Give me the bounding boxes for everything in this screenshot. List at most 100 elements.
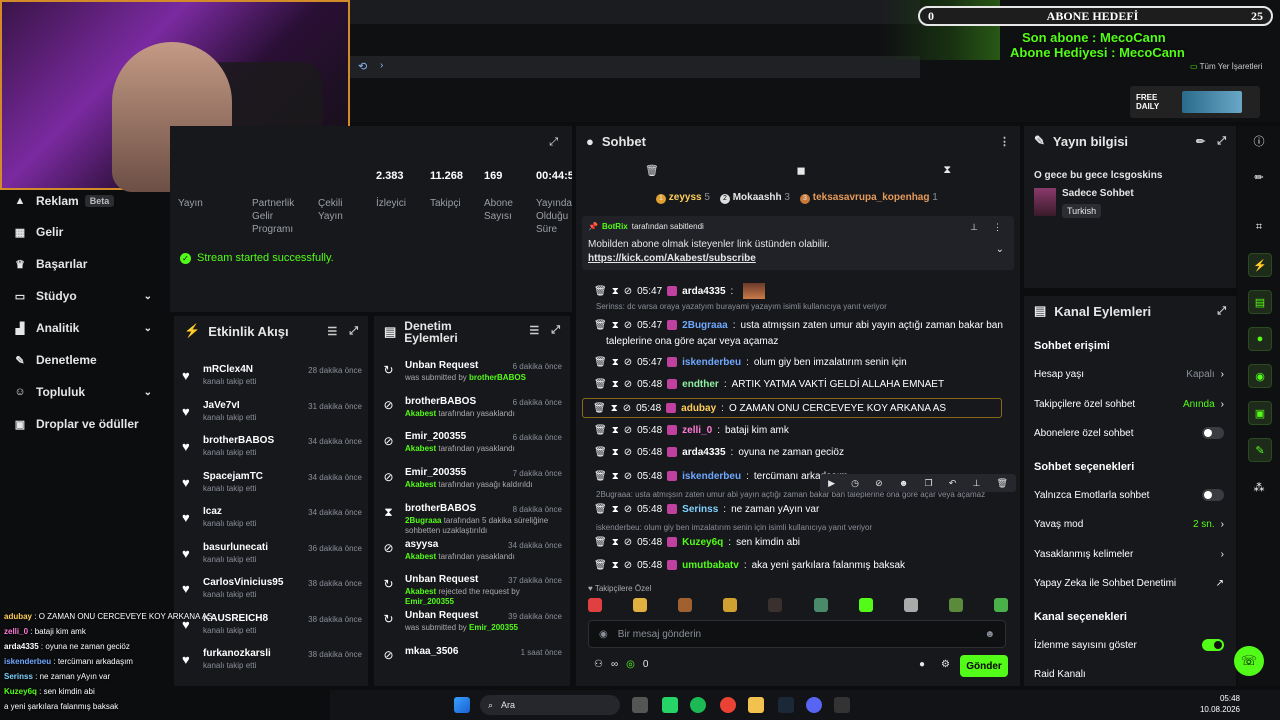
hourglass-icon[interactable]: ⧗ — [612, 357, 619, 368]
wrench-icon[interactable]: ✎ — [1248, 438, 1272, 462]
chat-message[interactable]: 🗑 ⧗ ⊘ 05:47 iskenderbeu: olum giy ben imzala… — [594, 353, 907, 371]
row-raid-channel[interactable]: Raid Kanalı — [1034, 666, 1224, 682]
mod-item[interactable]: ⊘ Emir_200355 Akabest tarafından yasakland… — [382, 431, 566, 465]
category-name[interactable]: Sadece Sohbet — [1062, 188, 1134, 199]
all-bookmarks[interactable]: ▭ Tüm Yer İşaretleri — [1190, 62, 1262, 71]
subs-only-toggle[interactable] — [1202, 427, 1224, 439]
chat-icon[interactable]: ◼ — [797, 164, 806, 177]
hourglass-icon[interactable]: ⧗ — [612, 425, 619, 436]
chat-icon[interactable]: ● — [1248, 327, 1272, 351]
hourglass-icon[interactable]: ⧗ — [612, 537, 619, 548]
hourglass-icon[interactable]: ⧗ — [612, 560, 619, 571]
row-emote-only[interactable]: Yalnızca Emotlarla sohbet — [1034, 487, 1224, 503]
sidebar-item-revenue[interactable]: ▦ Gelir — [0, 216, 170, 248]
broadcast-icon[interactable]: ◉ — [1248, 364, 1272, 388]
bolt-icon[interactable]: ⚡ — [1248, 253, 1272, 277]
taskbar-search[interactable]: ⌕ Ara — [480, 695, 620, 715]
hourglass-icon[interactable]: ⧗ — [612, 379, 619, 390]
add-widget-icon[interactable]: ⁂ — [1248, 476, 1270, 498]
hourglass-icon[interactable]: ⧗ — [943, 164, 951, 177]
emoji-icon[interactable]: ☻ — [984, 629, 995, 640]
ban-icon[interactable]: ⊘ — [624, 504, 632, 515]
hourglass-icon[interactable]: ⧗ — [612, 320, 619, 331]
pin-icon[interactable]: ⊥ — [972, 478, 980, 489]
hourglass-icon[interactable]: ⧗ — [612, 471, 619, 482]
chat-message[interactable]: 🗑 ⧗ ⊘ 05:48 adubay: O ZAMAN ONU CERCEVEYE KO… — [582, 398, 1002, 418]
sidebar-item-achievements[interactable]: ♛ Başarılar — [0, 248, 170, 280]
edit-icon[interactable]: ✏ — [1196, 135, 1205, 148]
viewcount-toggle[interactable] — [1202, 639, 1224, 651]
row-followers-only[interactable]: Takipçilere özel sohbet Anında › — [1034, 396, 1224, 412]
trash-icon[interactable]: 🗑 — [594, 320, 607, 331]
clock[interactable]: 05:48 10.08.2026 — [1200, 693, 1240, 715]
support-icon[interactable]: ☏ — [1234, 646, 1264, 676]
trash-icon[interactable]: 🗑 — [594, 286, 607, 297]
trash-icon[interactable]: 🗑 — [594, 471, 607, 482]
sidebar-item-studio[interactable]: ▭ Stüdyo ⌄ — [0, 280, 170, 312]
pencil-icon[interactable]: ✏ — [1248, 166, 1270, 188]
task-view-icon[interactable] — [632, 697, 648, 713]
mod-item[interactable]: ⊘ mkaa_3506 1 saat önce — [382, 646, 566, 680]
chat-message[interactable]: 🗑 ⧗ ⊘ 05:48 endther: ARTIK YATMA VAKTİ GELDİ… — [594, 375, 944, 393]
expand-icon[interactable]: ⤢ — [551, 324, 560, 337]
layout-icon[interactable]: ▣ — [1248, 401, 1272, 425]
filter-icon[interactable]: ☰ — [327, 325, 337, 338]
row-show-viewcount[interactable]: İzlenme sayısını göster — [1034, 637, 1224, 653]
hourglass-icon[interactable]: ⧗ — [612, 504, 619, 515]
hourglass-icon[interactable]: ⧗ — [612, 447, 619, 458]
feed-item[interactable]: ♥ basurlunecati kanalı takip etti 36 dakika… — [182, 542, 362, 572]
ban-icon[interactable]: ⊘ — [624, 320, 632, 331]
emote-7[interactable] — [858, 598, 873, 612]
folder-icon[interactable] — [748, 697, 764, 713]
chat-message[interactable]: 🗑 ⧗ ⊘ 05:48 arda4335: oyuna ne zaman geciöz — [594, 443, 844, 461]
feed-item[interactable]: ♥ SpacejamTC kanalı takip etti 34 dakika ön… — [182, 471, 362, 501]
document-icon[interactable]: ▤ — [1248, 290, 1272, 314]
emote-8[interactable] — [903, 598, 918, 612]
ban-icon[interactable]: ⊘ — [624, 471, 632, 482]
forward-icon[interactable]: › — [380, 60, 383, 71]
copy-icon[interactable]: ❐ — [925, 478, 933, 489]
trash-icon[interactable]: 🗑 — [594, 379, 607, 390]
hourglass-icon[interactable]: ⧗ — [611, 403, 618, 414]
free-daily-banner[interactable]: FREE DAILY — [1130, 86, 1260, 118]
sidebar-item-moderation[interactable]: ✎ Denetleme — [0, 344, 170, 376]
ban-icon[interactable]: ⊘ — [623, 403, 631, 414]
mod-item[interactable]: ↻ Unban Request Akabest rejected the reque… — [382, 574, 566, 608]
leader-3[interactable]: 3 teksasavrupa_kopenhag 1 — [799, 192, 938, 204]
row-banned-words[interactable]: Yasaklanmış kelimeler › — [1034, 546, 1224, 562]
emote-4[interactable] — [723, 598, 738, 612]
emote-9[interactable] — [948, 598, 963, 612]
discord-icon[interactable] — [806, 697, 822, 713]
row-slow-mode[interactable]: Yavaş mod 2 sn. › — [1034, 516, 1224, 532]
trash-icon[interactable]: 🗑 — [594, 560, 607, 571]
feed-item[interactable]: ♥ brotherBABOS kanalı takip etti 34 dakika … — [182, 435, 362, 465]
chevron-down-icon[interactable]: ⌄ — [996, 244, 1004, 255]
ban-icon[interactable]: ⊘ — [624, 286, 632, 297]
mod-item[interactable]: ⧗ brotherBABOS 2Bugraaa tarafından 5 dakik… — [382, 503, 566, 537]
unpin-icon[interactable]: ⊥ — [970, 222, 978, 233]
play-icon[interactable]: ▶ — [828, 478, 835, 489]
ban-icon[interactable]: ⊘ — [624, 537, 632, 548]
chat-message[interactable]: 🗑 ⧗ ⊘ 05:48 umutbabatv: aka yeni şarkılara f… — [594, 556, 905, 574]
expand-icon[interactable]: ⤢ — [1217, 135, 1226, 148]
chat-bubble-icon[interactable]: ● — [919, 659, 925, 670]
reply-icon[interactable]: ↶ — [949, 478, 957, 489]
pinned-link[interactable]: https://kick.com/Akabest/subscribe — [588, 253, 756, 264]
trash-icon[interactable]: 🗑 — [594, 425, 607, 436]
feed-item[interactable]: ♥ JaVe7vI kanalı takip etti 31 dakika önce — [182, 400, 362, 430]
windows-start-icon[interactable] — [454, 697, 470, 713]
message-user[interactable]: Serinss — [682, 504, 718, 515]
ban-icon[interactable]: ⊘ — [624, 357, 632, 368]
sidebar-item-ads[interactable]: ▲ Reklam Beta — [0, 190, 170, 212]
emote-2[interactable] — [633, 598, 648, 612]
sidebar-item-drops[interactable]: ▣ Droplar ve ödüller — [0, 408, 170, 440]
emote-icon[interactable]: ☻ — [899, 478, 908, 488]
chat-message[interactable]: 🗑 ⧗ ⊘ 05:47 arda4335: — [594, 282, 766, 300]
infinity-icon[interactable]: ∞ — [611, 659, 618, 670]
chat-message[interactable]: taleplerine ona göre açar veya açamaz — [606, 332, 778, 350]
emote-6[interactable] — [813, 598, 828, 612]
message-user[interactable]: iskenderbeu — [682, 471, 741, 482]
emote-1[interactable] — [588, 598, 602, 612]
emote-3[interactable] — [678, 598, 693, 612]
emote-only-toggle[interactable] — [1202, 489, 1224, 501]
